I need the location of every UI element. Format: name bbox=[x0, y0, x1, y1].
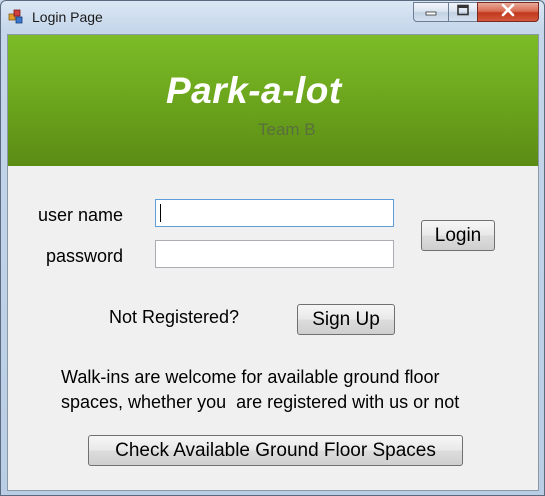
walk-in-line-2: spaces, whether you are registered with … bbox=[61, 392, 460, 412]
not-registered-label: Not Registered? bbox=[109, 307, 240, 327]
form-icon bbox=[8, 9, 24, 25]
maximize-button[interactable] bbox=[448, 2, 478, 22]
check-spaces-button[interactable]: Check Available Ground Floor Spaces bbox=[88, 435, 463, 466]
maximize-icon bbox=[456, 3, 470, 21]
text-caret bbox=[160, 204, 161, 222]
team-subtitle: Team B bbox=[258, 120, 316, 139]
close-icon bbox=[500, 3, 516, 22]
password-label: password bbox=[46, 246, 124, 266]
close-button[interactable] bbox=[477, 2, 539, 22]
walk-in-notice: Walk-ins are welcome for available groun… bbox=[61, 365, 521, 415]
form-client-area: Park-a-lot Team B user name password Log… bbox=[7, 34, 539, 491]
walk-in-line-1: Walk-ins are welcome for available groun… bbox=[61, 367, 440, 387]
minimize-button[interactable] bbox=[413, 2, 449, 22]
header-banner: Park-a-lot Team B bbox=[8, 35, 538, 166]
username-label: user name bbox=[38, 205, 124, 225]
window-title: Login Page bbox=[32, 9, 103, 25]
minimize-icon bbox=[424, 3, 438, 21]
login-button[interactable]: Login bbox=[421, 220, 495, 251]
username-input[interactable] bbox=[155, 199, 394, 227]
app-title: Park-a-lot bbox=[166, 70, 342, 111]
title-bar[interactable]: Login Page bbox=[1, 1, 544, 34]
sign-up-button[interactable]: Sign Up bbox=[297, 304, 395, 335]
login-window: Login Page Park-a-lot Team B user name p… bbox=[0, 0, 545, 496]
password-input[interactable] bbox=[155, 240, 394, 268]
